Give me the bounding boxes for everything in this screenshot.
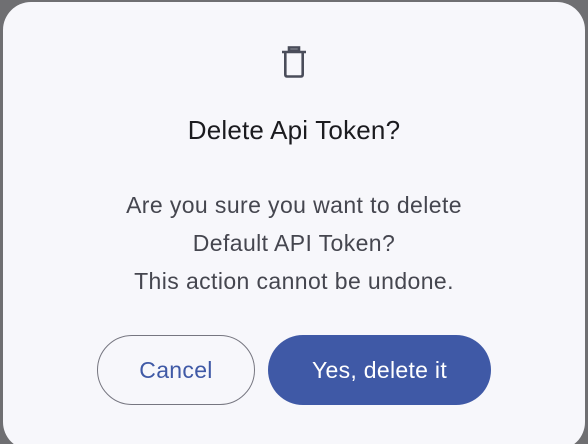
dialog-message-line: This action cannot be undone. bbox=[134, 268, 454, 294]
dialog-message-line: Are you sure you want to delete bbox=[126, 192, 462, 218]
dialog-message-line: Default API Token? bbox=[192, 230, 396, 256]
trash-icon bbox=[282, 46, 306, 78]
dialog-message: Are you sure you want to delete Default … bbox=[3, 186, 585, 300]
delete-confirmation-dialog: Delete Api Token? Are you sure you want … bbox=[3, 2, 585, 444]
dialog-title: Delete Api Token? bbox=[187, 115, 401, 145]
confirm-delete-button[interactable]: Yes, delete it bbox=[268, 335, 491, 405]
cancel-button[interactable]: Cancel bbox=[97, 335, 255, 405]
